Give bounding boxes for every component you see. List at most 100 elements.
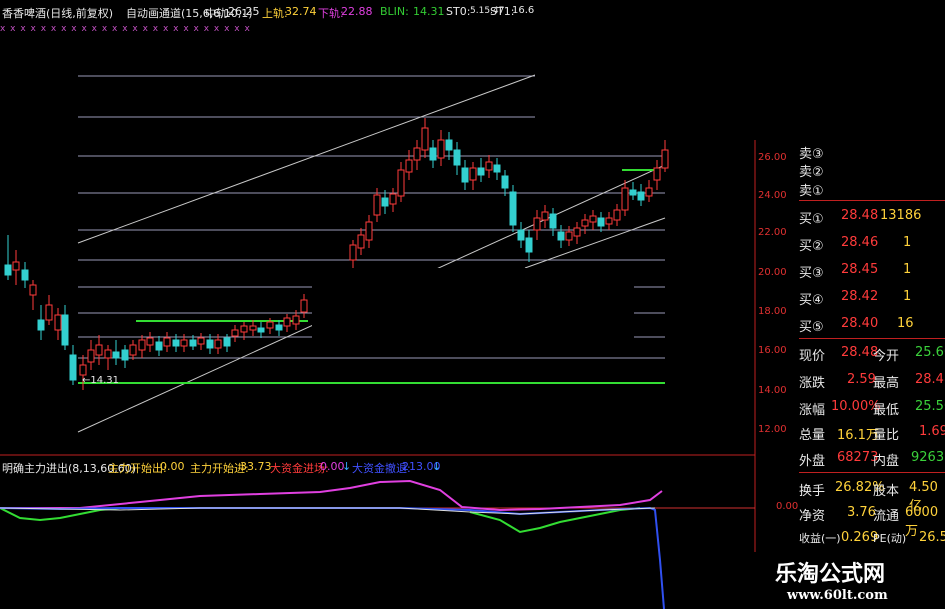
candle-body — [421, 127, 429, 151]
candle-body — [163, 337, 171, 347]
candle-body — [645, 187, 653, 197]
candle-body — [69, 354, 77, 381]
candle-body — [397, 169, 405, 197]
candle-body — [54, 314, 62, 331]
candle-body — [112, 351, 120, 359]
item1-value: 0.00 — [160, 460, 185, 473]
candle-body — [121, 349, 129, 361]
indicator-header: 明确主力进出(8,13,60,60) 主力开始出: 0.00 主力开始进: 33… — [0, 458, 660, 475]
candle-body — [365, 221, 373, 241]
watermark-url: www.60lt.com — [787, 588, 888, 603]
buy-row[interactable]: 买② 28.46 1 — [755, 232, 945, 254]
candle-body — [189, 339, 197, 347]
stat-row: 收益(一) 0.269 PE(动) 26.5 — [799, 530, 945, 545]
candle-body — [12, 261, 20, 271]
candle-body — [613, 209, 621, 221]
candle-body — [61, 314, 69, 346]
candle-body — [437, 139, 445, 159]
candle-body — [37, 319, 45, 331]
quote-panel: 卖③ 卖② 卖① 买① 28.48 13186 买② 28.46 1 买③ 28… — [755, 140, 945, 552]
candle-body — [597, 217, 605, 227]
candle-body — [266, 321, 274, 329]
redaction-block — [312, 268, 634, 340]
sell-row: 卖① — [799, 184, 824, 199]
candle-body — [637, 191, 645, 201]
candle-body — [493, 164, 501, 173]
candle-body — [413, 147, 421, 161]
buy-row[interactable]: 买⑤ 28.40 16 — [755, 313, 945, 335]
candle-body — [549, 213, 557, 229]
candle-body — [525, 237, 533, 253]
divider — [799, 472, 945, 473]
candle-body — [509, 191, 517, 226]
divider — [799, 338, 945, 339]
redaction-block — [535, 0, 765, 140]
candle-body — [405, 159, 413, 173]
candle-body — [501, 175, 509, 189]
candle-body — [249, 325, 257, 331]
candle-body — [605, 217, 613, 225]
candle-body — [257, 327, 265, 333]
candle-body — [589, 215, 597, 223]
down-arrow-icon: ↓ — [342, 460, 352, 473]
candle-body — [4, 264, 12, 276]
watermark-logo: 乐淘公式网 www.60lt.com — [755, 552, 945, 609]
candle-body — [517, 229, 525, 241]
candle-body — [155, 341, 163, 351]
candle-body — [231, 329, 239, 337]
candle-body — [240, 325, 248, 333]
candle-body — [565, 231, 573, 241]
divider — [799, 200, 945, 201]
candle-body — [461, 167, 469, 183]
stat-row: 外盘 68273 内盘 92633 — [799, 450, 945, 469]
candle-body — [197, 337, 205, 345]
candle-body — [292, 315, 300, 325]
candle-body — [381, 197, 389, 207]
candlesticks — [4, 118, 669, 390]
candle-body — [653, 167, 661, 181]
stat-row: 涨幅 10.00% 最低 25.50 — [799, 399, 945, 418]
candle-body — [541, 211, 549, 221]
candle-body — [469, 167, 477, 181]
candle-body — [29, 284, 37, 296]
buy-row[interactable]: 买③ 28.45 1 — [755, 259, 945, 281]
candle-body — [223, 337, 231, 347]
candle-body — [485, 161, 493, 171]
candle-body — [389, 193, 397, 205]
stat-row: 换手 26.82% 股本 4.50亿 — [799, 480, 938, 514]
candle-body — [275, 324, 283, 331]
candle-body — [172, 339, 180, 347]
candle-body — [104, 349, 112, 359]
candle-body — [95, 344, 103, 356]
blue-line — [0, 506, 665, 609]
candle-body — [357, 234, 365, 249]
candle-body — [573, 227, 581, 237]
candle-body — [129, 344, 137, 356]
candle-body — [45, 304, 53, 321]
candle-body — [283, 317, 291, 327]
candle-body — [138, 339, 146, 351]
candle-body — [629, 189, 637, 196]
buy-row[interactable]: 买④ 28.42 1 — [755, 286, 945, 308]
candle-body — [214, 339, 222, 349]
candle-body — [477, 167, 485, 176]
candle-body — [300, 299, 308, 313]
candle-body — [349, 244, 357, 261]
stat-row: 总量 16.1万 量比 1.69 — [799, 424, 945, 443]
candle-body — [661, 149, 669, 169]
down-arrow-icon: ↓ — [432, 460, 442, 473]
candle-body — [206, 339, 214, 349]
candle-body — [146, 337, 154, 346]
candle-body — [87, 349, 95, 363]
candle-body — [429, 147, 437, 161]
item1-label: 主力开始出: — [108, 462, 167, 475]
candle-body — [445, 139, 453, 151]
watermark-text: 乐淘公式网 — [775, 561, 886, 587]
buy-row[interactable]: 买① 28.48 13186 — [755, 205, 945, 227]
candle-body — [373, 194, 381, 216]
candle-body — [621, 187, 629, 211]
candle-body — [21, 269, 29, 281]
stat-row: 净资 3.76 流通 6000万 — [799, 505, 939, 539]
item3-value: 0.00 — [320, 460, 345, 473]
magenta-line — [0, 479, 663, 512]
